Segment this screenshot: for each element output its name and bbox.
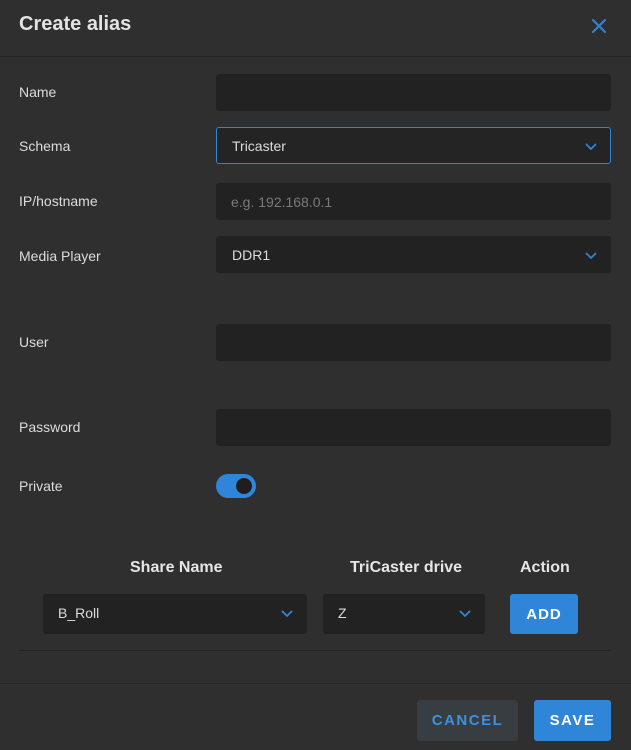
save-button[interactable]: SAVE (534, 700, 611, 741)
chevron-down-icon (585, 143, 597, 150)
user-label: User (19, 334, 49, 350)
media-player-select-value: DDR1 (232, 247, 271, 263)
cancel-button[interactable]: CANCEL (417, 700, 518, 741)
password-field[interactable] (216, 409, 611, 446)
column-header-share-name: Share Name (130, 559, 223, 576)
schema-label: Schema (19, 138, 71, 154)
name-field[interactable] (216, 74, 611, 111)
name-input[interactable] (217, 75, 610, 110)
ip-hostname-field[interactable] (216, 183, 611, 220)
schema-select[interactable]: Tricaster (216, 127, 611, 164)
user-input[interactable] (217, 325, 610, 360)
ip-hostname-label: IP/hostname (19, 193, 98, 209)
close-button[interactable] (588, 15, 610, 37)
private-label: Private (19, 478, 63, 494)
column-header-tricaster-drive: TriCaster drive (350, 559, 463, 576)
share-name-select-value: B_Roll (58, 605, 100, 621)
schema-select-value: Tricaster (232, 138, 286, 154)
share-name-select[interactable]: B_Roll (43, 594, 307, 634)
footer-divider (0, 683, 631, 684)
tricaster-drive-select-value: Z (338, 605, 347, 621)
tricaster-drive-select[interactable]: Z (323, 594, 485, 634)
chevron-down-icon (459, 610, 471, 617)
column-header-action: Action (520, 559, 570, 576)
create-alias-dialog: Create alias Name Schema Tricaster IP/ho… (0, 0, 631, 750)
media-player-select[interactable]: DDR1 (216, 236, 611, 273)
name-label: Name (19, 84, 57, 100)
chevron-down-icon (281, 610, 293, 617)
ip-hostname-input[interactable] (217, 184, 610, 219)
add-share-button[interactable]: ADD (510, 594, 578, 634)
password-input[interactable] (217, 410, 610, 445)
chevron-down-icon (585, 252, 597, 259)
close-icon (592, 19, 606, 33)
toggle-knob (236, 478, 252, 494)
password-label: Password (19, 419, 81, 435)
dialog-title: Create alias (19, 13, 132, 35)
media-player-label: Media Player (19, 248, 101, 264)
table-divider (19, 650, 611, 651)
user-field[interactable] (216, 324, 611, 361)
dialog-header: Create alias (0, 0, 631, 57)
private-toggle[interactable] (216, 474, 256, 498)
